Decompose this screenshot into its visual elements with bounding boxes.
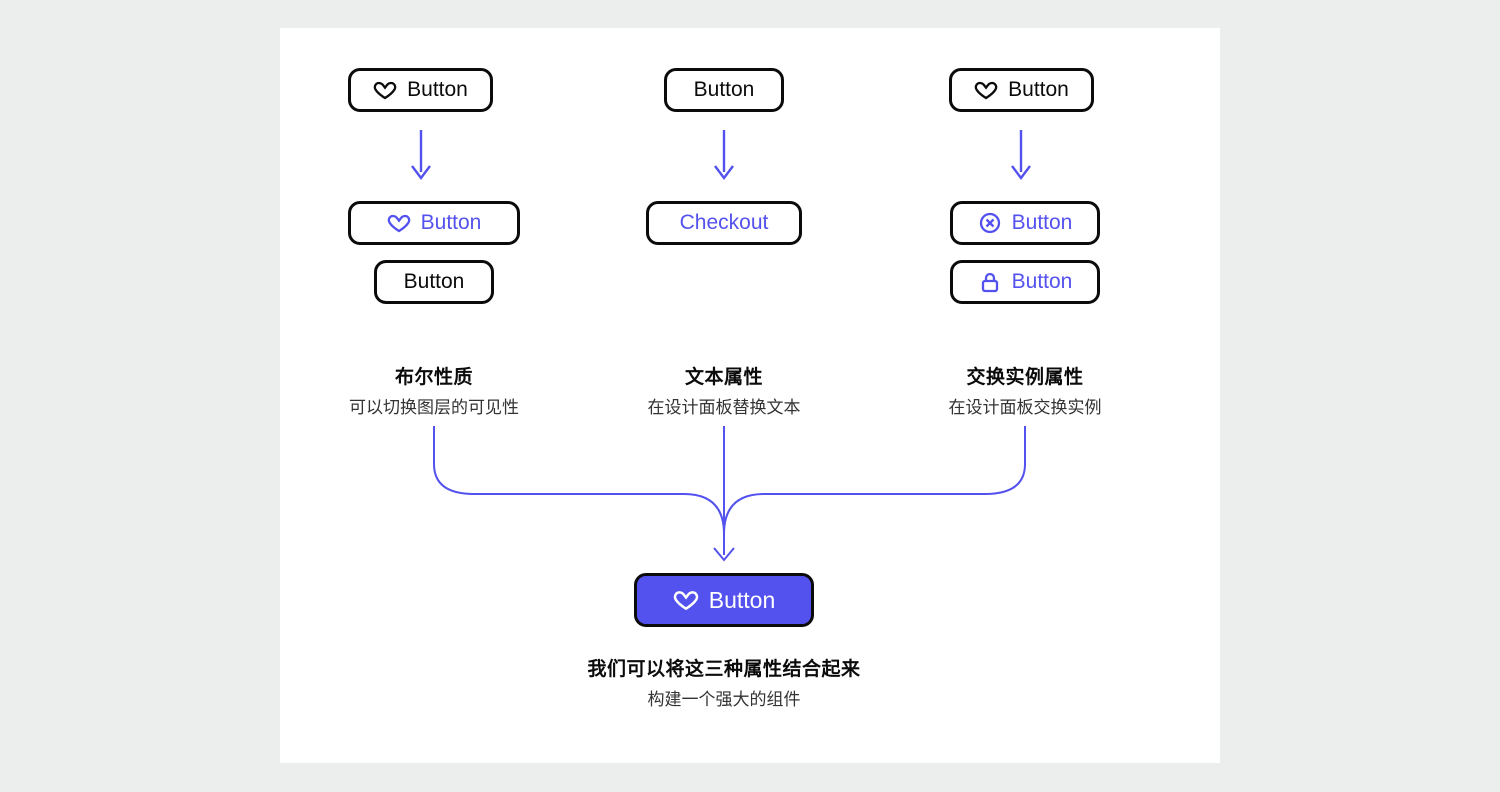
result-desc: 构建一个强大的组件	[549, 685, 899, 710]
button-label: Button	[709, 587, 776, 614]
diagram-canvas: Button Button Button 布尔性质 可以切换图层的可见性 But…	[280, 28, 1220, 763]
converge-curves	[280, 28, 1220, 588]
result-button: Button	[634, 573, 814, 627]
heart-icon	[673, 587, 699, 613]
result-title: 我们可以将这三种属性结合起来	[549, 654, 899, 681]
result-label: 我们可以将这三种属性结合起来 构建一个强大的组件	[549, 654, 899, 710]
